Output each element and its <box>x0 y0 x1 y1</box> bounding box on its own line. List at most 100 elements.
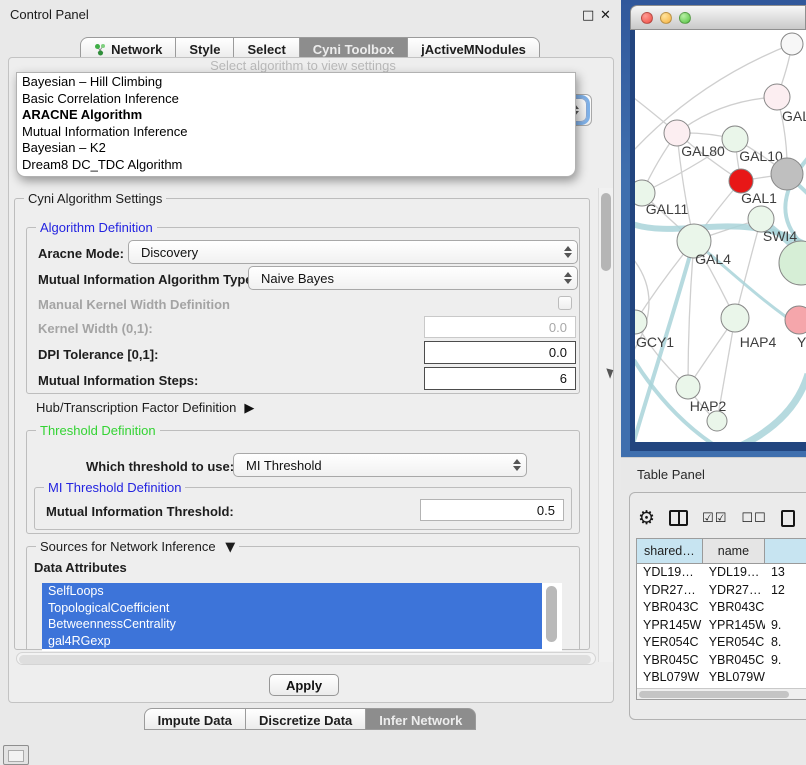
tab-label: Cyni Toolbox <box>313 42 394 57</box>
table-cell: YER054C <box>637 634 703 652</box>
zoom-traffic-light-icon[interactable] <box>679 12 691 24</box>
columns-icon[interactable] <box>669 510 688 526</box>
bottom-tab-impute-data[interactable]: Impute Data <box>144 708 246 730</box>
algorithm-option[interactable]: Basic Correlation Inference <box>17 91 575 108</box>
minimized-panel-icon[interactable] <box>3 745 29 765</box>
aracne-mode-combobox[interactable]: Discovery <box>128 240 578 264</box>
table-cell: YBR043C <box>637 599 703 617</box>
scrollbar-thumb[interactable] <box>639 691 789 698</box>
table-cell: 8. <box>765 634 806 652</box>
algorithm-option[interactable]: Mutual Information Inference <box>17 124 575 141</box>
algorithm-option[interactable]: Dream8 DC_TDC Algorithm <box>17 157 575 174</box>
tab-jactivemnodules[interactable]: jActiveMNodules <box>408 37 540 59</box>
network-node-gcy1[interactable] <box>635 310 647 334</box>
table-mode-icon[interactable] <box>781 510 795 527</box>
unchecked-columns-icon[interactable]: ☐☐ <box>741 511 766 526</box>
sources-label[interactable]: Sources for Network Inference ▼ <box>36 539 239 555</box>
column-header[interactable]: shared… <box>637 539 703 563</box>
checked-columns-icon[interactable]: ☑☑ <box>702 511 727 526</box>
mi-threshold-field[interactable]: 0.5 <box>420 499 564 521</box>
mi-type-value: Naive Bayes <box>249 271 559 286</box>
which-threshold-label: Which threshold to use: <box>86 459 234 474</box>
tab-style[interactable]: Style <box>176 37 234 59</box>
close-traffic-light-icon[interactable] <box>641 12 653 24</box>
table-cell: 13 <box>765 564 806 582</box>
algorithm-option[interactable]: Bayesian – Hill Climbing <box>17 74 575 91</box>
bottom-tab-label: Discretize Data <box>259 713 352 728</box>
table-cell <box>765 599 806 617</box>
column-header[interactable] <box>765 539 806 563</box>
table-body: YDL19…YDL19…13YDR27…YDR27…12YBR043CYBR04… <box>637 564 806 689</box>
table-cell: YPR145W <box>703 617 765 635</box>
tab-network[interactable]: Network <box>80 37 176 59</box>
table-horizontal-scrollbar[interactable] <box>637 688 806 699</box>
network-canvas[interactable]: GALGAL80GAL10GAL1GAL11GAL4SWI4GCY1HAP4YH… <box>635 30 806 442</box>
attributes-scrollbar-thumb[interactable] <box>546 586 557 642</box>
data-attributes-list[interactable]: SelfLoopsTopologicalCoefficientBetweenne… <box>42 583 562 651</box>
table-cell: YBR045C <box>637 652 703 670</box>
table-row[interactable]: YBL079WYBL079W <box>637 669 806 687</box>
network-node[interactable] <box>781 33 803 55</box>
table-panel-card: ⚙ ☑☑ ☐☐ shared…name YDL19…YDL19…13YDR27…… <box>629 492 806 720</box>
mi-type-label: Mutual Information Algorithm Type: <box>38 272 257 287</box>
settings-horizontal-scrollbar[interactable] <box>16 652 596 665</box>
table-panel-title: Table Panel <box>637 467 705 482</box>
table-row[interactable]: YBR045CYBR045C9. <box>637 652 806 670</box>
attribute-item[interactable]: BetweennessCentrality <box>42 616 542 633</box>
table-cell: 9. <box>765 617 806 635</box>
attribute-item[interactable]: TopologicalCoefficient <box>42 600 542 617</box>
mi-type-combobox[interactable]: Naive Bayes <box>248 266 578 290</box>
bottom-tab-label: Infer Network <box>379 713 462 728</box>
network-window-titlebar[interactable] <box>630 5 806 30</box>
mi-threshold-label: Mutual Information Threshold: <box>46 504 234 519</box>
settings-vertical-scrollbar[interactable] <box>598 188 613 662</box>
hub-definition-label: Hub/Transcription Factor Definition <box>36 400 236 415</box>
attribute-item[interactable]: gal4RGexp <box>42 633 542 650</box>
table-toolbar: ⚙ ☑☑ ☐☐ <box>638 501 806 535</box>
table-row[interactable]: YER054CYER054C8. <box>637 634 806 652</box>
network-node-y[interactable] <box>785 306 806 334</box>
tab-label: Select <box>247 42 285 57</box>
manual-kernel-checkbox[interactable] <box>558 296 572 310</box>
network-view-window[interactable]: GALGAL80GAL10GAL1GAL11GAL4SWI4GCY1HAP4YH… <box>630 5 806 451</box>
network-node[interactable] <box>707 411 727 431</box>
algorithm-option[interactable]: Bayesian – K2 <box>17 140 575 157</box>
network-edge <box>735 219 761 318</box>
network-node-gal[interactable] <box>764 84 790 110</box>
node-label: GAL80 <box>681 143 725 159</box>
bottom-tab-discretize-data[interactable]: Discretize Data <box>246 708 366 730</box>
network-node-hap4[interactable] <box>721 304 749 332</box>
float-window-icon[interactable]: □ <box>582 8 594 23</box>
control-panel-bottom-tabs: Impute Data Discretize Data Infer Network <box>0 707 620 730</box>
minimize-traffic-light-icon[interactable] <box>660 12 672 24</box>
table-row[interactable]: YPR145WYPR145W9. <box>637 617 806 635</box>
network-node-hap2[interactable] <box>676 375 700 399</box>
table-row[interactable]: YDR27…YDR27…12 <box>637 582 806 600</box>
bottom-tab-infer-network[interactable]: Infer Network <box>366 708 476 730</box>
network-node[interactable] <box>771 158 803 190</box>
dpi-tolerance-field[interactable]: 0.0 <box>424 341 576 364</box>
close-window-icon[interactable]: ✕ <box>600 8 611 23</box>
node-label: GAL4 <box>695 251 731 267</box>
column-header[interactable]: name <box>703 539 765 563</box>
gear-icon[interactable]: ⚙ <box>638 507 655 529</box>
algorithm-option[interactable]: ARACNE Algorithm <box>17 107 575 124</box>
node-label: HAP4 <box>740 334 777 350</box>
table-row[interactable]: YBR043CYBR043C <box>637 599 806 617</box>
table-cell: YDR27… <box>637 582 703 600</box>
tab-select[interactable]: Select <box>234 37 299 59</box>
kernel-width-field[interactable]: 0.0 <box>424 316 576 338</box>
which-threshold-combobox[interactable]: MI Threshold <box>233 453 527 477</box>
sources-title: Sources for Network Inference <box>40 539 216 554</box>
apply-button[interactable]: Apply <box>269 674 339 696</box>
tab-cyni-toolbox[interactable]: Cyni Toolbox <box>300 37 408 59</box>
mi-steps-field[interactable]: 6 <box>424 367 576 390</box>
attribute-item[interactable]: SelfLoops <box>42 583 542 600</box>
tab-label: Network <box>111 42 162 57</box>
network-node[interactable] <box>779 241 806 285</box>
scrollbar-thumb[interactable] <box>19 655 591 664</box>
hub-definition-disclosure[interactable]: Hub/Transcription Factor Definition▶ <box>36 400 254 416</box>
table-row[interactable]: YDL19…YDL19…13 <box>637 564 806 582</box>
scrollbar-thumb[interactable] <box>601 193 611 271</box>
bottom-tab-label: Impute Data <box>158 713 232 728</box>
